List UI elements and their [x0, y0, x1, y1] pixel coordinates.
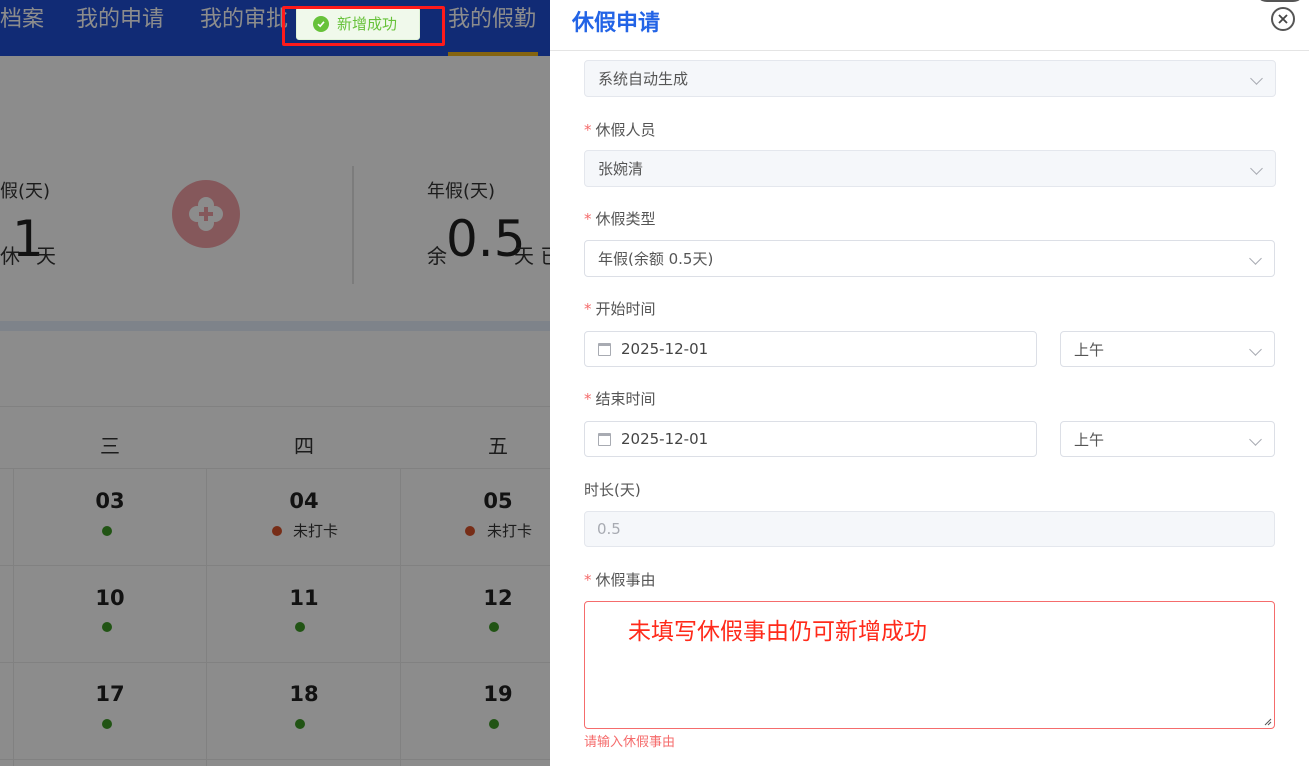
drawer-title: 休假申请 — [572, 11, 661, 36]
end-date-input[interactable]: 2025-12-01 — [584, 421, 1037, 457]
reason-error-message: 请输入休假事由 — [584, 735, 676, 750]
resize-handle-icon[interactable] — [1262, 716, 1272, 726]
chevron-down-icon — [1250, 72, 1263, 85]
modal-overlay[interactable] — [0, 0, 550, 766]
annotation-note: 未填写休假事由仍可新增成功 — [628, 619, 927, 645]
close-icon-ring — [1255, 0, 1305, 2]
chevron-down-icon — [1249, 433, 1262, 446]
end-label: * 结束时间 — [584, 390, 656, 408]
leave-type-select[interactable]: 年假(余额 0.5天) — [584, 240, 1275, 277]
duration-label: 时长(天) — [584, 481, 641, 499]
calendar-icon — [598, 433, 611, 446]
duration-field: 0.5 — [584, 511, 1275, 547]
reason-label: * 休假事由 — [584, 571, 656, 589]
close-icon[interactable] — [1271, 7, 1295, 31]
start-half-value: 上午 — [1074, 340, 1105, 359]
application-number-value: 系统自动生成 — [598, 70, 689, 88]
start-label: * 开始时间 — [584, 300, 656, 318]
leave-person-select: 张婉清 — [584, 150, 1276, 187]
end-date-value: 2025-12-01 — [621, 430, 709, 448]
calendar-icon — [598, 343, 611, 356]
chevron-down-icon — [1249, 252, 1262, 265]
leave-person-value: 张婉清 — [598, 160, 644, 178]
leave-type-value: 年假(余额 0.5天) — [598, 250, 714, 268]
chevron-down-icon — [1249, 343, 1262, 356]
drawer-header-divider — [550, 50, 1309, 51]
leave-application-drawer: 休假申请 系统自动生成 * 休假人员 张婉清 * 休假类型 年假(余额 0.5天) … — [550, 0, 1309, 766]
start-date-input[interactable]: 2025-12-01 — [584, 331, 1037, 367]
type-label: * 休假类型 — [584, 210, 656, 228]
chevron-down-icon — [1250, 162, 1263, 175]
start-date-value: 2025-12-01 — [621, 340, 709, 358]
person-label: * 休假人员 — [584, 121, 656, 139]
application-number-select: 系统自动生成 — [584, 60, 1276, 97]
end-half-select[interactable]: 上午 — [1060, 421, 1275, 457]
start-half-select[interactable]: 上午 — [1060, 331, 1275, 367]
duration-value: 0.5 — [597, 520, 621, 538]
toast-highlight-box — [282, 6, 445, 46]
end-half-value: 上午 — [1074, 430, 1105, 449]
